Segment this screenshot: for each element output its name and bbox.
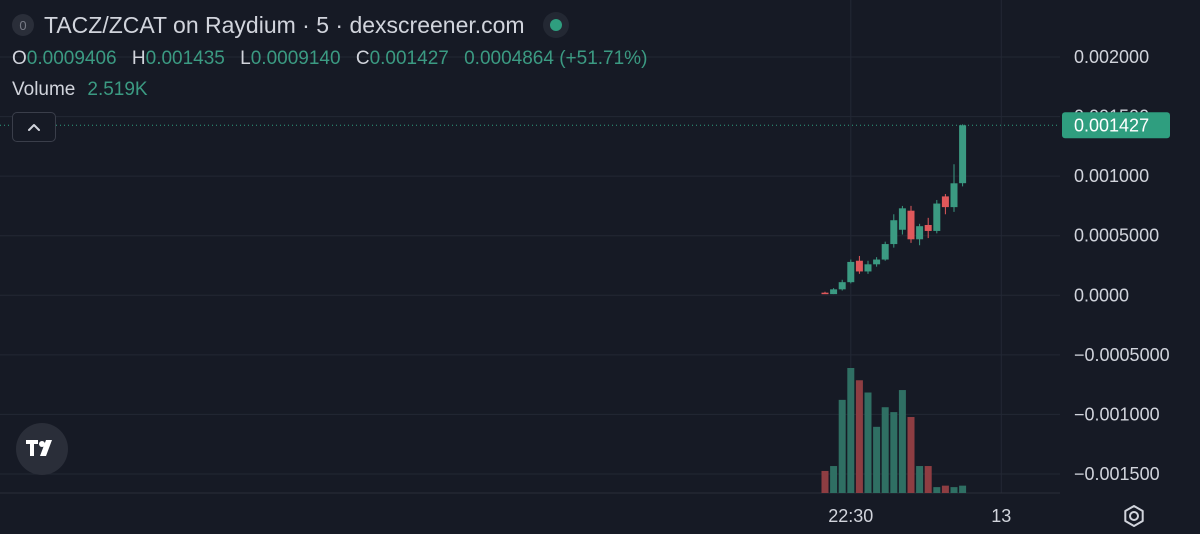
- tv-mark-icon: [26, 440, 52, 456]
- volume-bar-8: [890, 412, 898, 493]
- candle-body-1: [830, 289, 838, 295]
- volume-label: Volume: [12, 79, 76, 100]
- tradingview-logo-icon[interactable]: [16, 423, 68, 475]
- open-label: O: [12, 48, 27, 69]
- low-value: 0.0009140: [250, 48, 341, 69]
- low-label: L: [240, 48, 251, 69]
- change-value: 0.0004864 (+51.71%): [464, 48, 648, 69]
- candle-body-16: [959, 125, 967, 184]
- chevron-up-icon: [28, 124, 40, 131]
- volume-bar-6: [873, 426, 881, 493]
- volume-bar-15: [950, 487, 958, 493]
- volume-bar-11: [916, 466, 924, 493]
- y-tick-label-3: 0.0005000: [1074, 226, 1159, 246]
- candle-body-7: [881, 244, 889, 260]
- close-value: 0.001427: [369, 48, 449, 69]
- candle-body-2: [838, 282, 846, 290]
- y-tick-label-6: −0.001000: [1074, 404, 1160, 424]
- y-tick-label-0: 0.002000: [1074, 47, 1149, 67]
- candle-body-13: [933, 203, 941, 231]
- volume-bar-2: [838, 399, 846, 493]
- candle-body-10: [907, 210, 915, 240]
- volume-bar-14: [941, 485, 949, 493]
- volume-bar-13: [933, 487, 941, 493]
- volume-bar-16: [959, 485, 967, 493]
- x-tick-label-1: 13: [991, 506, 1011, 526]
- status-dot-icon: [549, 19, 562, 31]
- y-tick-label-4: 0.0000: [1074, 285, 1129, 305]
- volume-bar-12: [924, 466, 932, 493]
- candle-body-5: [864, 264, 872, 272]
- volume-bar-9: [898, 390, 906, 493]
- candle-body-0: [821, 292, 829, 295]
- x-axis-labels: 22:30 13: [828, 506, 1011, 526]
- market-status-indicator[interactable]: [542, 12, 569, 38]
- gear-icon[interactable]: [1121, 503, 1147, 529]
- volume-value: 2.519K: [87, 79, 148, 100]
- candle-body-12: [924, 224, 932, 231]
- y-tick-label-2: 0.001000: [1074, 166, 1149, 186]
- candle-body-4: [855, 260, 863, 272]
- candle-body-14: [941, 196, 949, 208]
- high-value: 0.001435: [145, 48, 225, 69]
- candle-body-8: [890, 220, 898, 245]
- x-tick-label-0: 22:30: [828, 506, 873, 526]
- volume-bar-10: [907, 417, 915, 493]
- collapse-legend-button[interactable]: [12, 112, 56, 142]
- volume-bar-1: [830, 466, 838, 493]
- candle-body-9: [898, 208, 906, 230]
- y-tick-label-5: −0.0005000: [1074, 345, 1170, 365]
- volume-bar-3: [847, 368, 855, 493]
- volume-bar-4: [855, 380, 863, 493]
- chart-legend: 0 TACZ/ZCAT on Raydium · 5 · dexscreener…: [12, 8, 657, 106]
- legend-title-row: 0 TACZ/ZCAT on Raydium · 5 · dexscreener…: [12, 8, 657, 42]
- symbol-badge: 0: [12, 14, 34, 36]
- y-tick-label-7: −0.001500: [1074, 464, 1160, 484]
- candle-body-6: [873, 259, 881, 265]
- volume-bar-7: [881, 407, 889, 493]
- volume-bar-0: [821, 470, 829, 493]
- chart-title: TACZ/ZCAT on Raydium · 5 · dexscreener.c…: [44, 11, 525, 38]
- ohlc-values: O0.0009406 H0.001435 L0.0009140 C0.00142…: [12, 44, 657, 74]
- candle-body-15: [950, 183, 958, 208]
- last-price-tag: 0.001427: [1062, 112, 1170, 139]
- candle-body-11: [916, 226, 924, 240]
- volume-bar-5: [864, 392, 872, 493]
- high-label: H: [131, 48, 146, 69]
- last-price-tag-label: 0.001427: [1074, 115, 1149, 135]
- open-value: 0.0009406: [26, 48, 117, 69]
- volume-legend: Volume 2.519K: [12, 74, 657, 106]
- close-label: C: [355, 48, 370, 69]
- candle-body-3: [847, 261, 855, 283]
- candles: [821, 124, 967, 295]
